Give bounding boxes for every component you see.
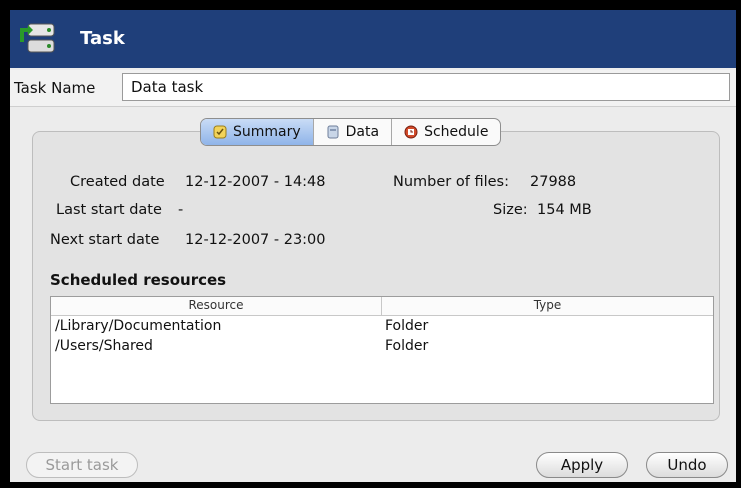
undo-button[interactable]: Undo [646,452,728,478]
scheduled-resources-title: Scheduled resources [50,271,227,289]
column-header-type[interactable]: Type [382,298,713,312]
table-row[interactable]: /Users/Shared Folder [51,337,713,357]
tab-schedule-label: Schedule [424,124,489,140]
task-name-label: Task Name [14,79,96,97]
tab-schedule[interactable]: Schedule [392,119,500,145]
last-start-date-label: Last start date [56,202,162,218]
task-name-row: Task Name Data task [10,70,736,107]
resources-table: Resource Type /Library/Documentation Fol… [50,296,714,404]
window-title: Task [80,28,125,49]
screen-border-left [0,0,10,488]
task-app-icon [20,23,55,53]
table-header: Resource Type [51,297,713,316]
tab-bar: Summary Data Schedule [200,118,502,146]
last-start-date-value: - [178,202,184,218]
title-bar: Task [10,10,736,68]
summary-icon [213,125,227,139]
type-cell: Folder [385,338,429,354]
number-of-files-label: Number of files: [393,174,509,190]
screen-border-top [0,0,741,10]
created-date-label: Created date [70,174,165,190]
tab-summary[interactable]: Summary [201,119,314,145]
tab-summary-label: Summary [233,124,301,140]
data-icon [327,125,339,139]
apply-button[interactable]: Apply [536,452,628,478]
start-task-button[interactable]: Start task [26,452,138,478]
next-start-date-label: Next start date [50,232,160,248]
screen-border-bottom [0,482,741,488]
next-start-date-value: 12-12-2007 - 23:00 [185,232,326,248]
resource-cell: /Users/Shared [55,338,153,354]
number-of-files-value: 27988 [530,174,577,190]
tab-data-label: Data [345,124,380,140]
task-name-input[interactable]: Data task [122,73,730,101]
table-row[interactable]: /Library/Documentation Folder [51,317,713,337]
size-label: Size: [493,202,528,218]
resource-cell: /Library/Documentation [55,318,222,334]
screen-border-right [736,0,741,488]
created-date-value: 12-12-2007 - 14:48 [185,174,326,190]
task-window: Task Task Name Data task Summary Data Sc… [10,10,736,482]
tab-data[interactable]: Data [314,119,393,145]
type-cell: Folder [385,318,429,334]
column-header-resource[interactable]: Resource [51,298,381,312]
schedule-icon [404,125,418,139]
size-value: 154 MB [537,202,592,218]
